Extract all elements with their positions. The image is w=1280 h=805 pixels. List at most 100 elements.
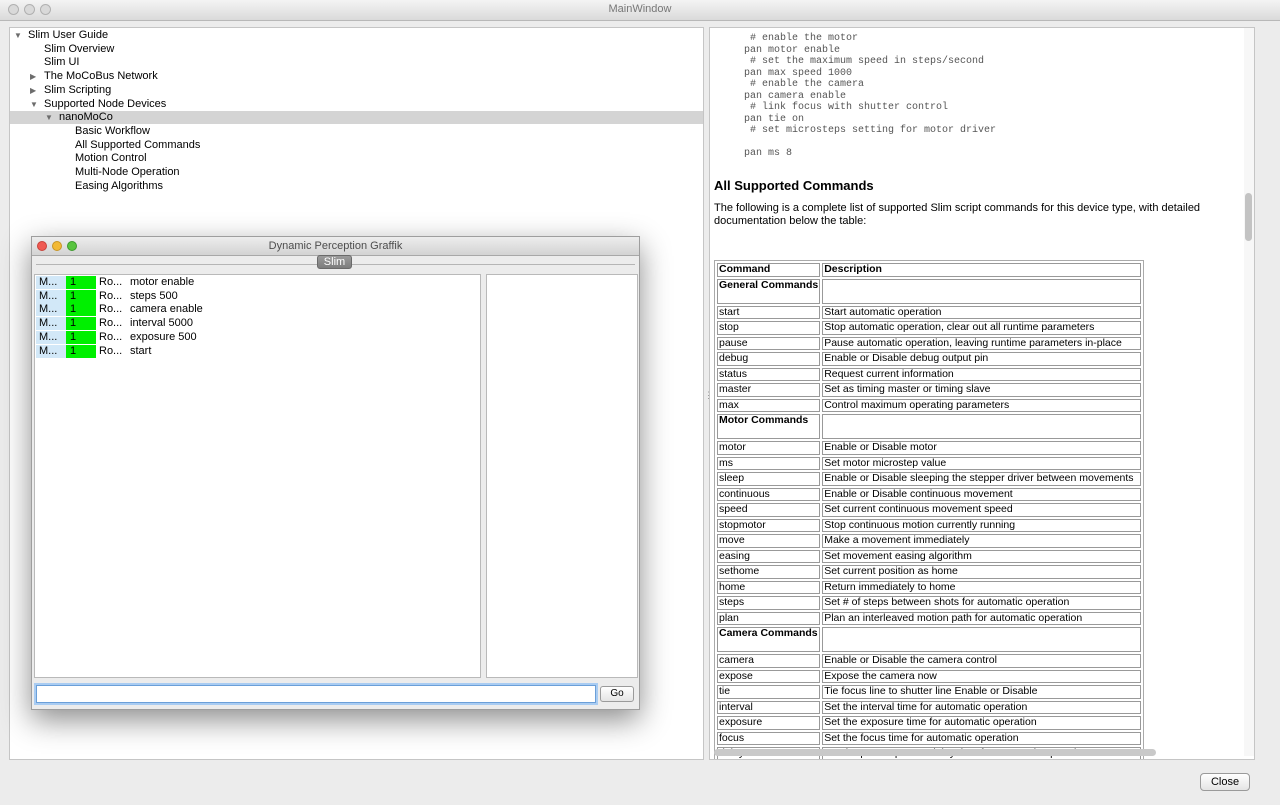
dialog-titlebar: Dynamic Perception Graffik [32, 237, 639, 256]
command-cell: sethome [717, 565, 821, 579]
code-line: # enable the camera [744, 79, 865, 90]
command-cell: motor enable [130, 276, 195, 288]
table-header-row: Command Description [717, 263, 1142, 277]
tree-item-label: Easing Algorithms [75, 179, 164, 192]
tree-item-label: Multi-Node Operation [75, 166, 180, 178]
description-cell: Set the interval time for automatic oper… [822, 700, 1142, 714]
table-row: max Control maximum operating parameters [717, 398, 1142, 412]
go-button[interactable]: Go [600, 686, 634, 702]
node-cell: M... [36, 276, 66, 289]
table-row: home Return immediately to home [717, 580, 1142, 594]
doc-vertical-scroll-track[interactable] [1244, 28, 1254, 756]
graffik-dialog: Dynamic Perception Graffik Slim M... 1 Ro.… [31, 236, 640, 710]
table-row: camera Enable or Disable the camera contr… [717, 654, 1142, 668]
type-cell: Ro... [99, 344, 123, 357]
table-row: status Request current information [717, 367, 1142, 381]
tree-item[interactable]: ▶ The MoCoBus Network [10, 70, 703, 83]
tree-item[interactable]: Slim Overview [10, 43, 703, 56]
code-line: # enable the motor [744, 33, 859, 44]
disclosure-closed-icon[interactable]: ▶ [30, 70, 36, 83]
command-cell: ms [717, 456, 821, 470]
response-panel[interactable] [486, 274, 638, 678]
tree-item-label: Slim UI [44, 56, 80, 69]
command-cell: tie [717, 685, 821, 699]
window-title: MainWindow [608, 3, 672, 15]
description-cell: Set # of steps between shots for automat… [822, 596, 1142, 610]
disclosure-open-icon[interactable]: ▼ [30, 98, 38, 111]
address-cell: 1 [66, 344, 96, 358]
type-cell: Ro... [99, 330, 123, 343]
tree-item[interactable]: All Supported Commands [10, 139, 703, 152]
command-cell: steps 500 [130, 289, 178, 302]
splitter-grip-icon[interactable]: ⋮ [704, 390, 713, 401]
code-line: # link focus with shutter control [744, 102, 949, 113]
section-label: General Commands [717, 278, 821, 304]
description-cell: Start automatic operation [822, 305, 1142, 319]
command-cell: plan [717, 611, 821, 625]
disclosure-closed-icon[interactable]: ▶ [30, 84, 36, 97]
section-empty-cell [822, 627, 1142, 652]
node-cell: M... [36, 317, 66, 331]
tree-item[interactable]: Motion Control [10, 152, 703, 165]
tree-item[interactable]: ▶ Slim Scripting [10, 84, 703, 97]
tree-item[interactable]: Multi-Node Operation [10, 166, 703, 179]
command-cell: steps [717, 596, 821, 610]
command-cell: status [717, 367, 821, 381]
tree-item-label: Slim Overview [44, 42, 115, 55]
list-item[interactable]: M... 1 Ro... camera enable [36, 303, 479, 317]
table-row: start Start automatic operation [717, 305, 1142, 319]
tree-item[interactable]: Basic Workflow [10, 125, 703, 138]
description-cell: Plan an interleaved motion path for auto… [822, 611, 1142, 625]
disclosure-open-icon[interactable]: ▼ [45, 111, 53, 124]
command-cell: debug [717, 352, 821, 366]
tree-item[interactable]: ▼ Slim User Guide [10, 29, 703, 42]
description-cell: Enable or Disable the camera control [822, 654, 1142, 668]
disclosure-open-icon[interactable]: ▼ [14, 29, 22, 42]
address-cell: 1 [66, 330, 96, 344]
section-heading: All Supported Commands [714, 178, 874, 193]
table-row: sleep Enable or Disable sleeping the step… [717, 472, 1142, 486]
list-item[interactable]: M... 1 Ro... steps 500 [36, 289, 479, 303]
code-line: pan motor enable [744, 44, 841, 56]
node-cell: M... [36, 303, 66, 317]
command-cell: start [717, 305, 821, 319]
type-cell: Ro... [99, 276, 123, 288]
description-cell: Enable or Disable motor [822, 441, 1142, 455]
description-cell: Pause automatic operation, leaving runti… [822, 336, 1142, 350]
list-item[interactable]: M... 1 Ro... start [36, 344, 479, 358]
table-row: stop Stop automatic operation, clear out … [717, 321, 1142, 335]
table-row: exposure Set the exposure time for automa… [717, 716, 1142, 730]
description-cell: Set current continuous movement speed [822, 503, 1142, 517]
command-history-list[interactable]: M... 1 Ro... motor enable M... 1 Ro... steps 50… [34, 274, 481, 678]
close-button[interactable]: Close [1200, 773, 1250, 791]
table-row: ms Set motor microstep value [717, 456, 1142, 470]
table-row: debug Enable or Disable debug output pin [717, 352, 1142, 366]
command-cell: speed [717, 503, 821, 517]
table-row: easing Set movement easing algorithm [717, 549, 1142, 563]
doc-vertical-scrollbar[interactable] [1245, 193, 1252, 241]
address-cell: 1 [66, 303, 96, 317]
command-cell: exposure [717, 716, 821, 730]
list-item[interactable]: M... 1 Ro... interval 5000 [36, 317, 479, 331]
table-row: speed Set current continuous movement spe… [717, 503, 1142, 517]
list-item[interactable]: M... 1 Ro... motor enable [36, 276, 479, 289]
tree-item[interactable]: Easing Algorithms [10, 180, 703, 193]
section-empty-cell [822, 414, 1142, 439]
doc-horizontal-scrollbar[interactable] [714, 749, 1156, 756]
tab-slim[interactable]: Slim [317, 255, 352, 269]
code-line: pan camera enable [744, 90, 847, 102]
window-titlebar: MainWindow [0, 0, 1280, 21]
code-line: # set the maximum speed in steps/second [744, 56, 985, 67]
tree-item[interactable]: ▼ nanoMoCo [10, 111, 703, 125]
command-cell: continuous [717, 487, 821, 501]
command-cell: master [717, 383, 821, 397]
tree-item[interactable]: Slim UI [10, 56, 703, 69]
command-cell: max [717, 398, 821, 412]
list-item[interactable]: M... 1 Ro... exposure 500 [36, 330, 479, 344]
tree-item[interactable]: ▼ Supported Node Devices [10, 98, 703, 111]
tree-item-label: Slim User Guide [28, 29, 109, 41]
command-cell: expose [717, 669, 821, 683]
code-line: pan ms 8 [744, 148, 793, 159]
command-input[interactable] [36, 685, 596, 703]
command-cell: exposure 500 [130, 330, 197, 343]
